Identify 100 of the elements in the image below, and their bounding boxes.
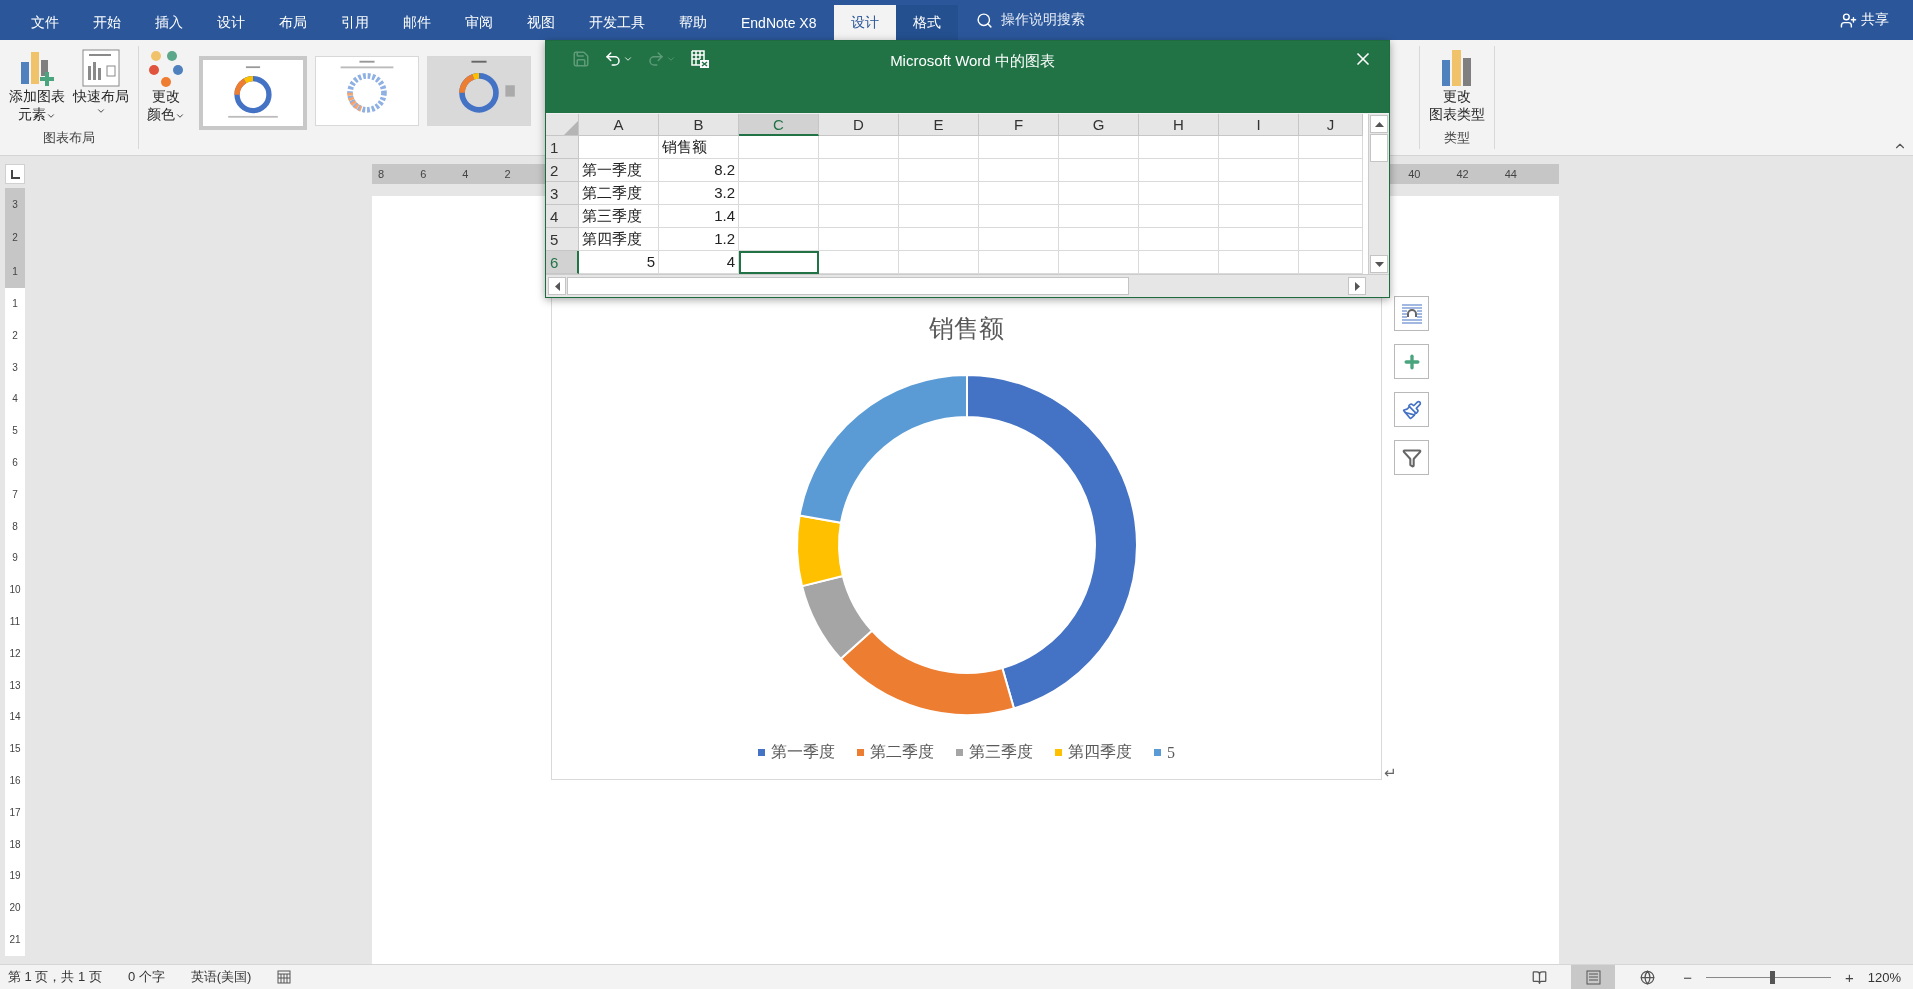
table-cell[interactable]: [579, 136, 659, 159]
table-cell[interactable]: 销售额: [659, 136, 739, 159]
tab-stop-button[interactable]: [5, 164, 25, 184]
table-cell[interactable]: 8.2: [659, 159, 739, 182]
table-cell[interactable]: [1219, 182, 1299, 205]
search-field[interactable]: 操作说明搜索: [975, 0, 1085, 40]
table-cell[interactable]: [1299, 228, 1363, 251]
selected-cell[interactable]: [739, 251, 819, 274]
ribbon-tab[interactable]: 设计: [200, 5, 262, 40]
table-cell[interactable]: [739, 159, 819, 182]
layout-button[interactable]: [1394, 296, 1429, 331]
row-header[interactable]: 2: [546, 159, 579, 182]
ribbon-tab[interactable]: 帮助: [662, 5, 724, 40]
ribbon-tab[interactable]: 审阅: [448, 5, 510, 40]
edit-in-excel-button[interactable]: [690, 49, 710, 69]
change-type-button[interactable]: 更改 图表类型: [1426, 46, 1488, 129]
table-cell[interactable]: [1219, 228, 1299, 251]
row-header[interactable]: 5: [546, 228, 579, 251]
status-text[interactable]: 英语(美国): [190, 968, 252, 986]
scrollbar-thumb[interactable]: [1370, 134, 1388, 162]
table-cell[interactable]: [1299, 205, 1363, 228]
scroll-left-button[interactable]: [548, 277, 566, 295]
share-button[interactable]: 共享: [1834, 0, 1895, 40]
scroll-up-button[interactable]: [1370, 115, 1388, 133]
zoom-slider-thumb[interactable]: [1770, 970, 1776, 984]
table-cell[interactable]: [899, 228, 979, 251]
table-cell[interactable]: 第一季度: [579, 159, 659, 182]
table-cell[interactable]: [739, 136, 819, 159]
table-cell[interactable]: [979, 182, 1059, 205]
chart-style-thumbnail[interactable]: [199, 56, 307, 130]
table-cell[interactable]: [1219, 205, 1299, 228]
ribbon-tab[interactable]: 文件: [14, 5, 76, 40]
table-cell[interactable]: [1139, 205, 1219, 228]
ribbon-tab[interactable]: 插入: [138, 5, 200, 40]
column-header[interactable]: H: [1139, 114, 1219, 136]
column-header[interactable]: J: [1299, 114, 1363, 136]
ribbon-tab[interactable]: 视图: [510, 5, 572, 40]
filters-button[interactable]: [1394, 440, 1429, 475]
styles-button[interactable]: [1394, 392, 1429, 427]
column-header[interactable]: C: [739, 114, 819, 136]
colors-button[interactable]: 更改 颜色: [143, 46, 189, 131]
column-header[interactable]: G: [1059, 114, 1139, 136]
ribbon-tab[interactable]: 布局: [262, 5, 324, 40]
table-cell[interactable]: 第四季度: [579, 228, 659, 251]
table-cell[interactable]: [1059, 182, 1139, 205]
ribbon-tab[interactable]: 邮件: [386, 5, 448, 40]
table-cell[interactable]: [819, 159, 899, 182]
table-cell[interactable]: [1299, 136, 1363, 159]
table-cell[interactable]: [1139, 182, 1219, 205]
table-cell[interactable]: [1059, 228, 1139, 251]
table-cell[interactable]: [1139, 159, 1219, 182]
row-header[interactable]: 1: [546, 136, 579, 159]
ribbon-tab[interactable]: 引用: [324, 5, 386, 40]
add-element-button[interactable]: 添加图表 元素: [6, 46, 68, 129]
ribbon-tab[interactable]: 设计: [833, 5, 896, 40]
ribbon-tab[interactable]: 开发工具: [572, 5, 662, 40]
table-cell[interactable]: [739, 228, 819, 251]
table-cell[interactable]: [819, 182, 899, 205]
table-cell[interactable]: 第三季度: [579, 205, 659, 228]
table-cell[interactable]: [1059, 159, 1139, 182]
scroll-right-button[interactable]: [1348, 277, 1366, 295]
table-cell[interactable]: [819, 136, 899, 159]
table-cell[interactable]: [979, 228, 1059, 251]
table-cell[interactable]: [899, 159, 979, 182]
table-cell[interactable]: [1219, 159, 1299, 182]
table-cell[interactable]: 3.2: [659, 182, 739, 205]
table-cell[interactable]: [1219, 136, 1299, 159]
status-text[interactable]: 第 1 页，共 1 页: [8, 968, 102, 986]
scroll-down-button[interactable]: [1370, 255, 1388, 273]
ribbon-tab[interactable]: EndNote X8: [724, 5, 834, 40]
zoom-in-button[interactable]: +: [1841, 968, 1858, 986]
column-header[interactable]: B: [659, 114, 739, 136]
scrollbar-thumb[interactable]: [567, 277, 1129, 295]
column-header[interactable]: I: [1219, 114, 1299, 136]
column-header[interactable]: D: [819, 114, 899, 136]
table-cell[interactable]: 1.4: [659, 205, 739, 228]
table-cell[interactable]: [1139, 136, 1219, 159]
table-cell[interactable]: [1059, 205, 1139, 228]
table-cell[interactable]: [979, 205, 1059, 228]
table-cell[interactable]: [1059, 136, 1139, 159]
table-cell[interactable]: [1299, 182, 1363, 205]
table-cell[interactable]: [899, 136, 979, 159]
view-button[interactable]: [1571, 965, 1616, 989]
table-cell[interactable]: [899, 205, 979, 228]
ribbon-tab[interactable]: 格式: [895, 5, 958, 40]
column-header[interactable]: F: [979, 114, 1059, 136]
elements-button[interactable]: [1394, 344, 1429, 379]
table-cell[interactable]: [979, 136, 1059, 159]
zoom-percentage[interactable]: 120%: [1867, 969, 1901, 985]
row-header[interactable]: 4: [546, 205, 579, 228]
column-header[interactable]: E: [899, 114, 979, 136]
row-header[interactable]: 3: [546, 182, 579, 205]
table-cell[interactable]: [1299, 159, 1363, 182]
table-cell[interactable]: [1139, 228, 1219, 251]
table-cell[interactable]: 1.2: [659, 228, 739, 251]
zoom-out-button[interactable]: −: [1679, 968, 1696, 986]
ribbon-tab[interactable]: 开始: [76, 5, 138, 40]
row-header[interactable]: 6: [546, 251, 579, 274]
table-cell[interactable]: 第二季度: [579, 182, 659, 205]
quick-layout-button[interactable]: 快速布局: [70, 46, 132, 129]
